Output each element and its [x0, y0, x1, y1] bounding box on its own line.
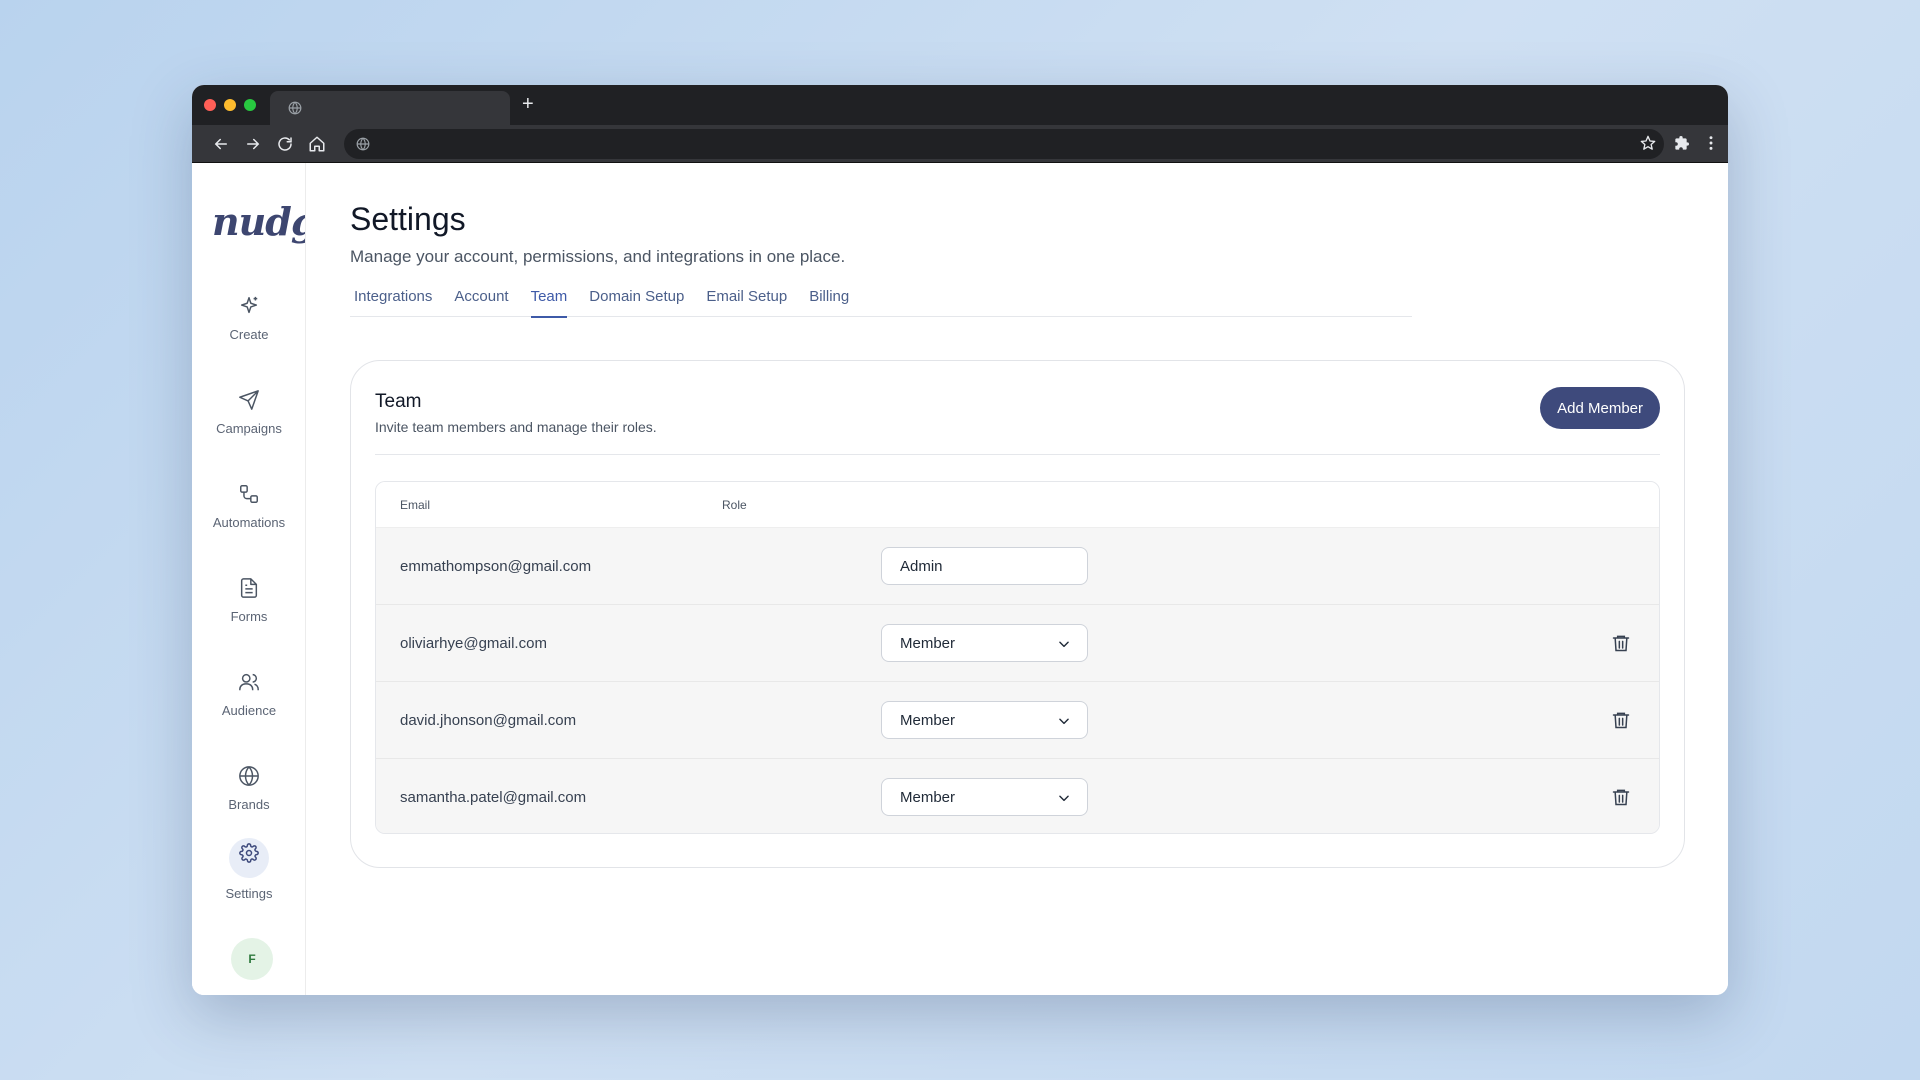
globe-icon [288, 101, 302, 115]
workflow-icon [240, 485, 258, 503]
users-icon [239, 673, 259, 691]
trash-icon[interactable] [1611, 633, 1631, 653]
role-select[interactable]: Member [881, 701, 1088, 739]
sidebar-item-label: Brands [228, 797, 270, 812]
address-bar[interactable] [344, 129, 1664, 159]
member-email: david.jhonson@gmail.com [400, 712, 577, 729]
window-controls [204, 99, 256, 111]
sidebar-item-forms[interactable]: Forms [192, 577, 305, 624]
send-icon [239, 390, 259, 410]
role-value: Member [900, 712, 956, 729]
member-email: emmathompson@gmail.com [400, 558, 592, 575]
card-title: Team [375, 391, 422, 412]
table-row: samantha.patel@gmail.com Member [376, 759, 1659, 833]
sidebar-item-create[interactable]: Create [192, 295, 305, 342]
sidebar-item-label: Forms [230, 609, 268, 624]
settings-tabs: Integrations Account Team Domain Setup E… [350, 278, 1412, 318]
role-value: Admin [900, 558, 943, 575]
sidebar-item-label: Create [229, 327, 269, 342]
table-row: emmathompson@gmail.com Admin [376, 528, 1659, 605]
sidebar-item-campaigns[interactable]: Campaigns [192, 389, 305, 436]
member-email: oliviarhye@gmail.com [400, 635, 547, 652]
sidebar-item-automations[interactable]: Automations [192, 483, 305, 530]
column-header-role: Role [722, 498, 747, 512]
gear-icon [239, 843, 259, 863]
forward-icon[interactable] [244, 135, 262, 153]
extensions-icon[interactable] [1674, 135, 1690, 151]
sidebar-item-brands[interactable]: Brands [192, 763, 305, 813]
sidebar-item-label: Audience [221, 703, 277, 718]
sidebar-item-label: Settings [225, 886, 273, 901]
table-header: Email Role [376, 482, 1659, 528]
avatar[interactable]: F [231, 938, 273, 980]
table-row: oliviarhye@gmail.com Member [376, 605, 1659, 682]
members-table: Email Role emmathompson@gmail.com Admin … [375, 481, 1660, 834]
role-value: Member [900, 789, 956, 806]
minimize-window-button[interactable] [224, 99, 236, 111]
sidebar-item-audience[interactable]: Audience [192, 671, 305, 718]
globe-icon [239, 766, 259, 786]
home-icon[interactable] [308, 135, 326, 153]
back-icon[interactable] [212, 135, 230, 153]
tab-domain-setup[interactable]: Domain Setup [589, 278, 684, 317]
column-header-email: Email [400, 498, 431, 512]
member-email: samantha.patel@gmail.com [400, 789, 587, 806]
brand-logo[interactable]: nudge [212, 199, 305, 244]
main-panel: Settings Manage your account, permission… [306, 163, 1728, 995]
role-value: Member [900, 635, 956, 652]
trash-icon[interactable] [1611, 787, 1631, 807]
trash-icon[interactable] [1611, 710, 1631, 730]
menu-icon[interactable] [1708, 135, 1714, 151]
role-field: Admin [881, 547, 1088, 585]
site-info-icon[interactable] [356, 137, 370, 151]
maximize-window-button[interactable] [244, 99, 256, 111]
tab-billing[interactable]: Billing [809, 278, 849, 317]
card-subtitle: Invite team members and manage their rol… [375, 419, 657, 435]
browser-toolbar [192, 125, 1728, 163]
browser-tab[interactable] [270, 91, 510, 125]
sidebar: nudge Create Campaigns Automations Forms… [192, 163, 306, 995]
tab-team[interactable]: Team [530, 278, 567, 318]
sidebar-item-label: Campaigns [216, 421, 282, 436]
tab-account[interactable]: Account [454, 278, 508, 317]
sidebar-item-label: Automations [212, 515, 286, 530]
new-tab-button[interactable]: + [522, 93, 534, 115]
page-subtitle: Manage your account, permissions, and in… [350, 247, 846, 266]
add-member-button[interactable]: Add Member [1540, 387, 1660, 429]
document-icon [240, 578, 258, 598]
role-select[interactable]: Member [881, 624, 1088, 662]
sparkle-icon [240, 296, 258, 314]
reload-icon[interactable] [276, 135, 294, 153]
chevron-down-icon [1059, 795, 1069, 802]
divider [375, 454, 1660, 455]
browser-window: + nudge Create Campaigns [192, 85, 1728, 995]
browser-tabbar: + [192, 85, 1728, 125]
tab-integrations[interactable]: Integrations [354, 278, 432, 317]
app-content: nudge Create Campaigns Automations Forms… [192, 163, 1728, 995]
role-select[interactable]: Member [881, 778, 1088, 816]
team-card: Team Invite team members and manage thei… [350, 360, 1685, 868]
close-window-button[interactable] [204, 99, 216, 111]
page-title: Settings [350, 201, 466, 237]
table-row: david.jhonson@gmail.com Member [376, 682, 1659, 759]
chevron-down-icon [1059, 718, 1069, 725]
chevron-down-icon [1059, 641, 1069, 648]
star-icon[interactable] [1640, 135, 1656, 151]
sidebar-item-settings[interactable]: Settings [192, 838, 305, 901]
tab-email-setup[interactable]: Email Setup [706, 278, 787, 317]
